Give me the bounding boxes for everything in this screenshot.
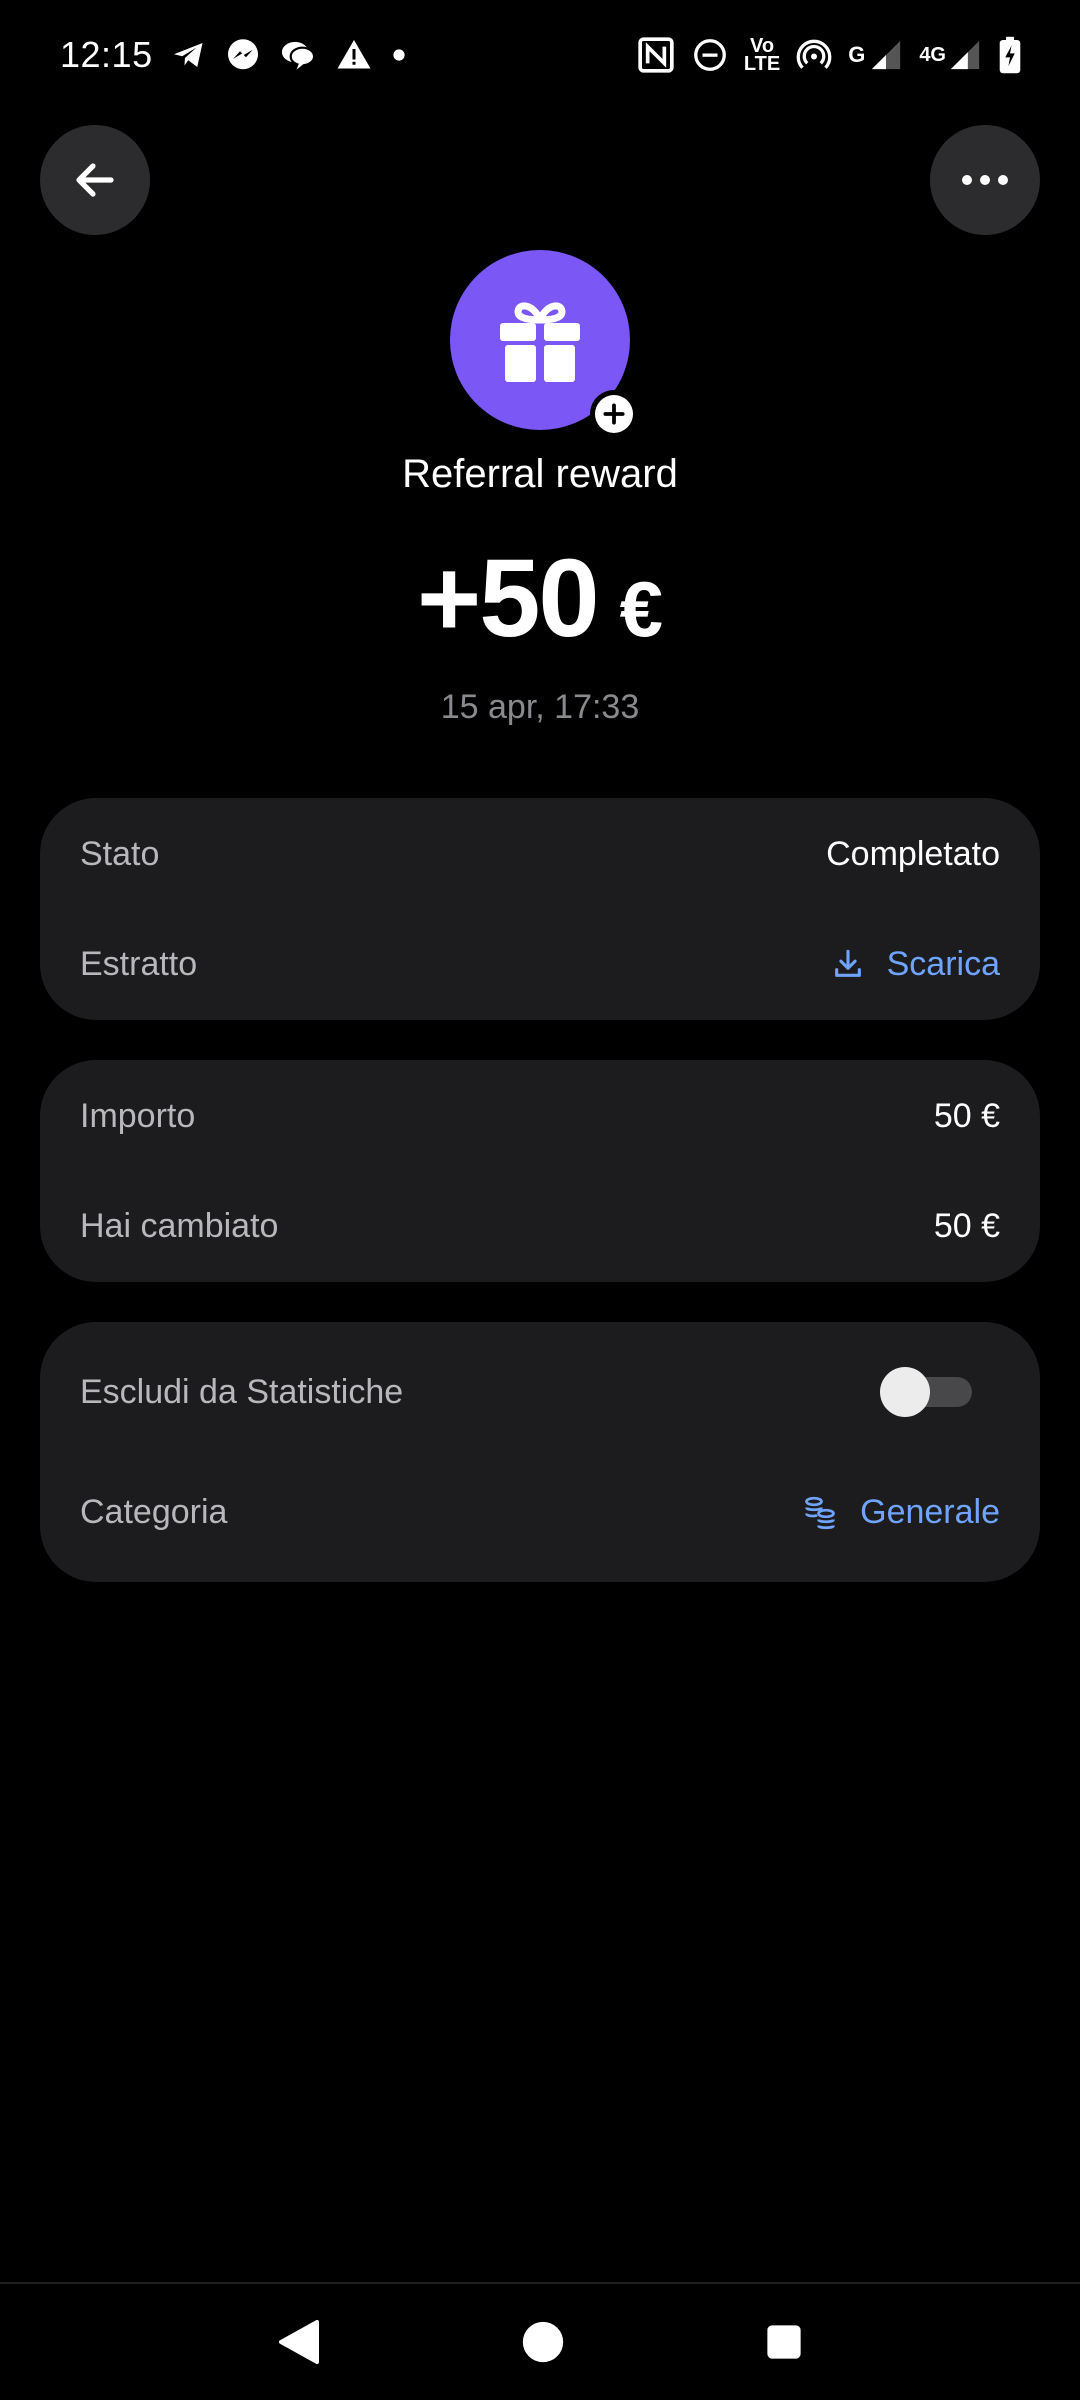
do-not-disturb-icon <box>692 37 728 73</box>
volte-icon: Vo LTE <box>743 36 781 75</box>
amount-card: Importo 50 € Hai cambiato 50 € <box>40 1060 1040 1282</box>
amount-row-value: 50 € <box>933 1096 1000 1135</box>
category-row: Categoria Generale <box>80 1452 1000 1572</box>
status-row: Stato Completato <box>80 799 1000 909</box>
transaction-date: 15 apr, 17:33 <box>440 688 640 726</box>
statement-label: Estratto <box>80 944 198 983</box>
toggle-knob <box>880 1367 930 1417</box>
network-4g-text: 4G <box>919 44 946 66</box>
status-right: Vo LTE G 4G <box>636 35 1022 75</box>
add-badge[interactable] <box>590 390 638 438</box>
statement-row: Estratto Scarica <box>80 909 1000 1019</box>
coins-icon <box>802 1494 838 1530</box>
arrow-left-icon <box>71 156 119 204</box>
gift-icon <box>498 296 582 384</box>
download-statement-button[interactable]: Scarica <box>831 945 1000 984</box>
nav-home-icon[interactable] <box>521 2320 565 2364</box>
exclude-stats-row: Escludi da Statistiche <box>80 1332 1000 1452</box>
amount-currency: € <box>619 565 663 653</box>
back-button[interactable] <box>40 125 150 235</box>
telegram-icon <box>171 37 207 73</box>
signal-icon: G <box>848 38 903 72</box>
status-time: 12:15 <box>60 34 153 75</box>
battery-charging-icon <box>998 36 1022 74</box>
download-icon <box>831 947 865 981</box>
details-card: Stato Completato Estratto Scarica <box>40 798 1040 1020</box>
status-left: 12:15 <box>60 34 407 76</box>
download-label: Scarica <box>886 944 1000 983</box>
status-bar: 12:15 Vo LTE G 4G <box>0 0 1080 110</box>
amount-value: +50 <box>417 537 600 660</box>
dot-icon <box>391 47 407 63</box>
nfc-icon <box>636 35 676 75</box>
status-value: Completato <box>826 834 1000 873</box>
transaction-detail-screen: 12:15 Vo LTE G 4G Referral reward +50 € … <box>0 0 1080 2400</box>
amount-label: Importo <box>80 1096 196 1135</box>
exchanged-label: Hai cambiato <box>80 1206 279 1245</box>
system-nav-bar <box>0 2284 1080 2400</box>
transaction-title: Referral reward <box>402 452 678 496</box>
warning-icon <box>335 37 373 73</box>
chat-bubbles-icon <box>279 37 317 73</box>
network-g-text: G <box>848 42 866 67</box>
more-options-button[interactable] <box>930 125 1040 235</box>
hotspot-icon <box>796 37 832 73</box>
plus-icon <box>595 395 633 433</box>
nav-back-icon[interactable] <box>277 2318 321 2366</box>
exclude-stats-toggle[interactable] <box>880 1367 972 1417</box>
exclude-stats-label: Escludi da Statistiche <box>80 1372 404 1411</box>
settings-card: Escludi da Statistiche Categoria General… <box>40 1322 1040 1582</box>
amount-row: Importo 50 € <box>80 1061 1000 1171</box>
exchanged-value: 50 € <box>933 1206 1000 1245</box>
volte-bottom-text: LTE <box>743 53 781 75</box>
signal-4g-icon: 4G <box>919 38 982 72</box>
nav-recents-icon[interactable] <box>765 2323 803 2361</box>
exchanged-row: Hai cambiato 50 € <box>80 1171 1000 1281</box>
transaction-avatar <box>450 250 638 438</box>
category-label: Categoria <box>80 1492 228 1531</box>
more-horizontal-icon <box>959 170 1011 190</box>
category-value: Generale <box>860 1492 1000 1531</box>
category-button[interactable]: Generale <box>802 1493 1000 1532</box>
transaction-amount: +50 € <box>0 535 1080 662</box>
status-label: Stato <box>80 834 160 873</box>
messenger-icon <box>225 37 261 73</box>
